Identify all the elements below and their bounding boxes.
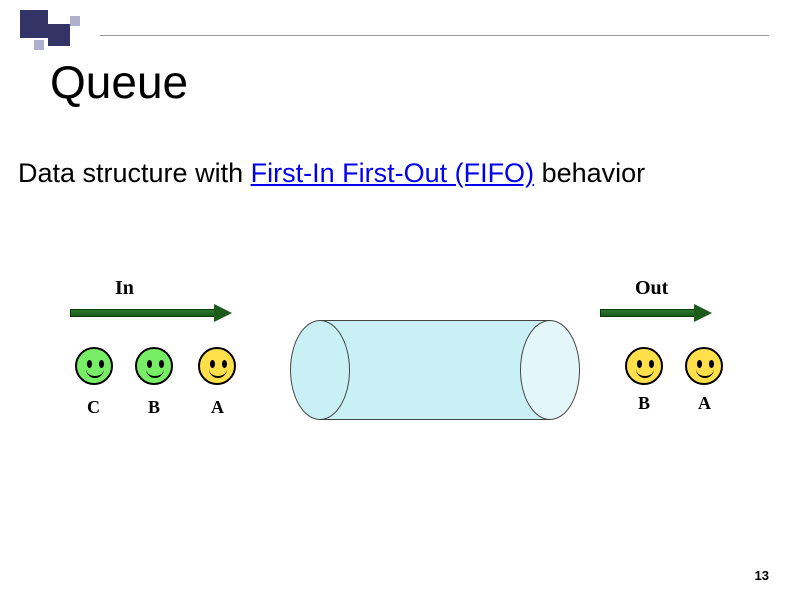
subtitle-pre: Data structure with xyxy=(18,158,251,188)
face-in-b-label: B xyxy=(148,397,160,418)
face-in-a xyxy=(198,347,236,385)
face-in-b xyxy=(135,347,173,385)
slide-title: Queue xyxy=(50,55,188,109)
subtitle-post: behavior xyxy=(534,158,645,188)
face-in-a-label: A xyxy=(211,397,224,418)
queue-pipe xyxy=(290,320,580,420)
fifo-link[interactable]: First-In First-Out (FIFO) xyxy=(251,158,534,188)
page-number: 13 xyxy=(755,568,769,583)
out-label: Out xyxy=(635,277,668,300)
face-out-b-label: B xyxy=(638,393,650,414)
in-label: In xyxy=(115,277,134,300)
face-out-b xyxy=(625,347,663,385)
face-in-c xyxy=(75,347,113,385)
face-in-c-label: C xyxy=(87,397,100,418)
header-rule xyxy=(100,35,769,36)
slide-subtitle: Data structure with First-In First-Out (… xyxy=(18,158,645,189)
face-out-a xyxy=(685,347,723,385)
face-out-a-label: A xyxy=(698,393,711,414)
queue-diagram: In Out C B A B A xyxy=(0,265,794,465)
